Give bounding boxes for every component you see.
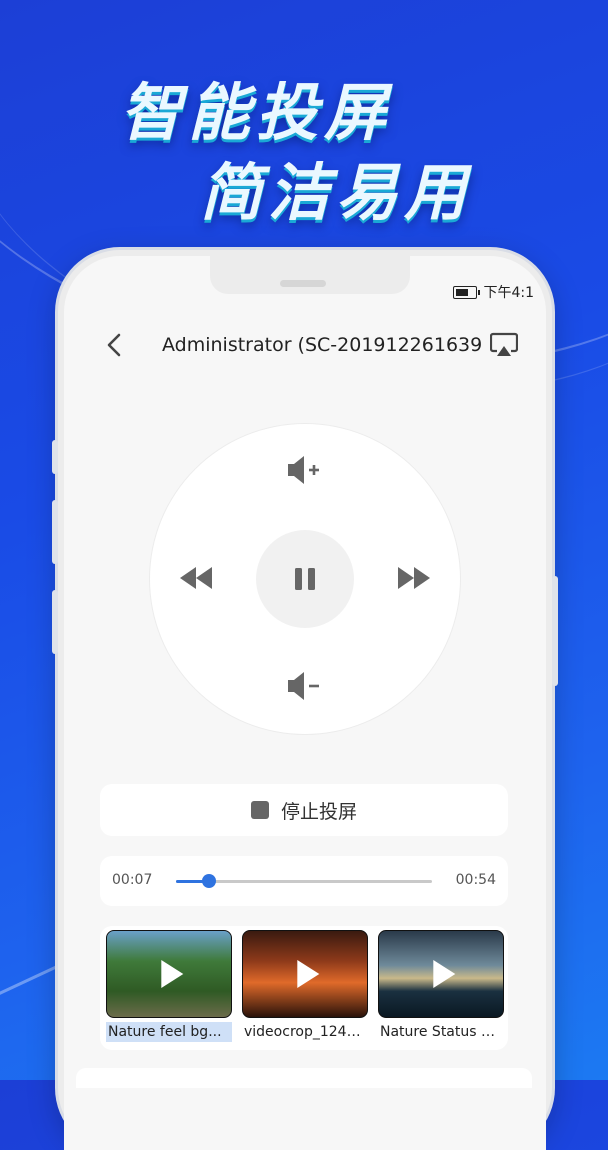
- volume-up-icon[interactable]: [284, 450, 324, 490]
- rewind-icon[interactable]: [176, 558, 216, 598]
- remote-control-pad: [150, 424, 460, 734]
- video-item[interactable]: Nature feel bg...: [106, 930, 232, 1042]
- device-title: Administrator (SC-201912261639: [162, 334, 483, 356]
- battery-icon: [453, 285, 481, 299]
- phone-speaker: [280, 280, 326, 287]
- phone-notch: [210, 256, 410, 294]
- phone-side-button: [52, 500, 58, 564]
- playback-progress: 00:07 00:54: [100, 856, 508, 906]
- video-title: Nature feel bg...: [106, 1022, 232, 1042]
- back-arrow-icon[interactable]: [102, 332, 128, 358]
- video-list: Nature feel bg... videocrop_1249... Natu…: [100, 926, 508, 1050]
- background-streak: [0, 961, 67, 1002]
- video-thumbnail: [106, 930, 232, 1018]
- phone-side-button: [552, 576, 558, 686]
- play-icon: [161, 960, 184, 988]
- headline-line-1: 智能投屏: [120, 76, 393, 149]
- video-title: videocrop_1249...: [244, 1024, 368, 1040]
- video-title: Nature Status V...: [380, 1024, 503, 1040]
- video-thumbnail: [242, 930, 368, 1018]
- seek-track[interactable]: [176, 874, 432, 888]
- play-icon: [433, 960, 456, 988]
- current-time: 00:07: [112, 872, 153, 888]
- video-item[interactable]: Nature Status V...: [378, 930, 504, 1042]
- stop-cast-label: 停止投屏: [280, 800, 357, 823]
- duration-time: 00:54: [455, 872, 496, 888]
- screen-cast-icon[interactable]: [490, 332, 518, 358]
- bottom-panel: [76, 1068, 532, 1088]
- headline-line-2: 简洁易用: [200, 156, 473, 229]
- phone-mockup: 下午4:1 Administrator (SC-201912261639 停止投…: [52, 250, 558, 1150]
- stop-cast-button[interactable]: 停止投屏: [100, 784, 508, 836]
- video-item[interactable]: videocrop_1249...: [242, 930, 368, 1042]
- fast-forward-icon[interactable]: [394, 558, 434, 598]
- phone-side-button: [52, 440, 58, 474]
- stop-icon: [250, 801, 269, 819]
- phone-side-button: [52, 590, 58, 654]
- status-bar: 下午4:1: [453, 282, 534, 302]
- video-thumbnail: [378, 930, 504, 1018]
- play-icon: [297, 960, 320, 988]
- phone-screen: 下午4:1 Administrator (SC-201912261639 停止投…: [64, 256, 546, 1150]
- pause-icon[interactable]: [285, 559, 325, 599]
- top-bar: Administrator (SC-201912261639: [64, 326, 546, 366]
- seek-handle[interactable]: [202, 874, 217, 888]
- status-time: 下午4:1: [483, 285, 534, 301]
- volume-down-icon[interactable]: [284, 666, 324, 706]
